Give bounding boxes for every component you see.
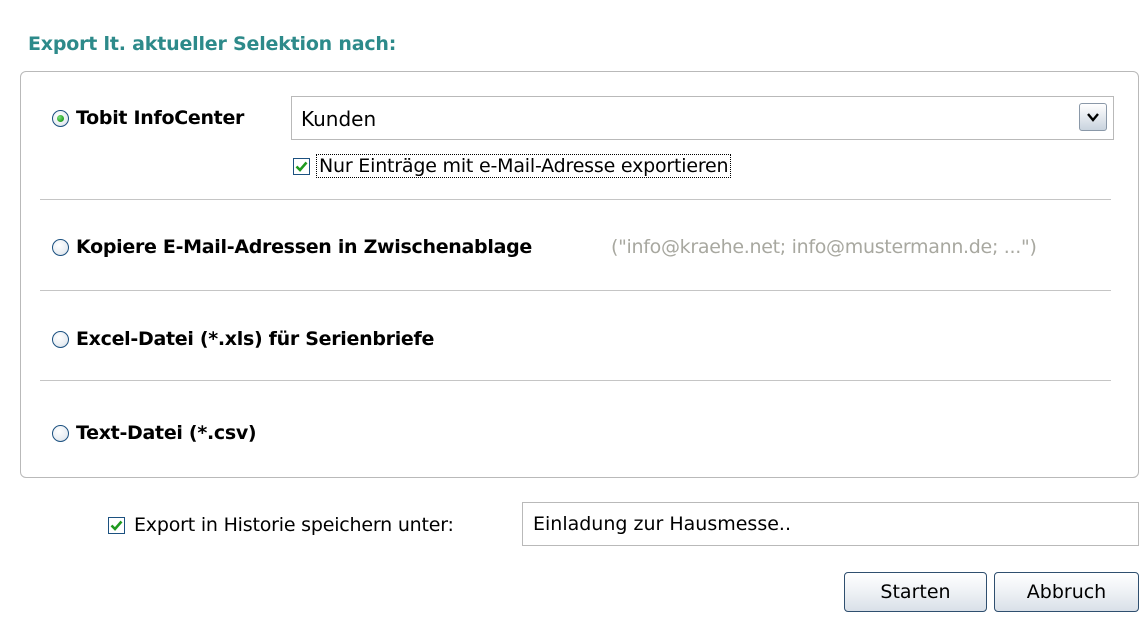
only-email-label: Nur Einträge mit e-Mail-Adresse exportie…: [316, 154, 732, 178]
radio-excel[interactable]: [52, 330, 69, 348]
option-label: Tobit InfoCenter: [76, 107, 245, 129]
cancel-button[interactable]: Abbruch: [994, 572, 1139, 612]
infocenter-select[interactable]: Kunden: [291, 96, 1114, 140]
history-checkbox-row[interactable]: Export in Historie speichern unter:: [108, 514, 454, 536]
option-tobit-infocenter[interactable]: Tobit InfoCenter: [52, 107, 244, 129]
only-email-checkbox-row[interactable]: Nur Einträge mit e-Mail-Adresse exportie…: [293, 154, 732, 178]
divider: [40, 380, 1111, 381]
option-excel[interactable]: Excel-Datei (*.xls) für Serienbriefe: [52, 328, 434, 350]
divider: [40, 199, 1111, 200]
only-email-checkbox[interactable]: [293, 157, 310, 175]
option-label: Text-Datei (*.csv): [76, 422, 257, 444]
history-name-value: Einladung zur Hausmesse..: [533, 513, 791, 535]
section-heading: Export lt. aktueller Selektion nach:: [28, 33, 397, 55]
select-value: Kunden: [301, 107, 377, 131]
divider: [40, 290, 1111, 291]
radio-clipboard[interactable]: [52, 238, 69, 256]
option-clipboard[interactable]: Kopiere E-Mail-Adressen in Zwischenablag…: [52, 236, 532, 258]
history-label: Export in Historie speichern unter:: [134, 514, 454, 536]
history-name-input[interactable]: Einladung zur Hausmesse..: [522, 502, 1139, 546]
radio-csv[interactable]: [52, 424, 69, 442]
chevron-down-icon[interactable]: [1079, 103, 1107, 131]
option-label: Kopiere E-Mail-Adressen in Zwischenablag…: [76, 236, 532, 258]
radio-tobit-infocenter[interactable]: [52, 109, 69, 127]
option-csv[interactable]: Text-Datei (*.csv): [52, 422, 257, 444]
clipboard-hint: ("info@kraehe.net; info@mustermann.de; .…: [611, 236, 1037, 258]
history-checkbox[interactable]: [108, 516, 125, 534]
start-button[interactable]: Starten: [844, 572, 987, 612]
option-label: Excel-Datei (*.xls) für Serienbriefe: [76, 328, 435, 350]
